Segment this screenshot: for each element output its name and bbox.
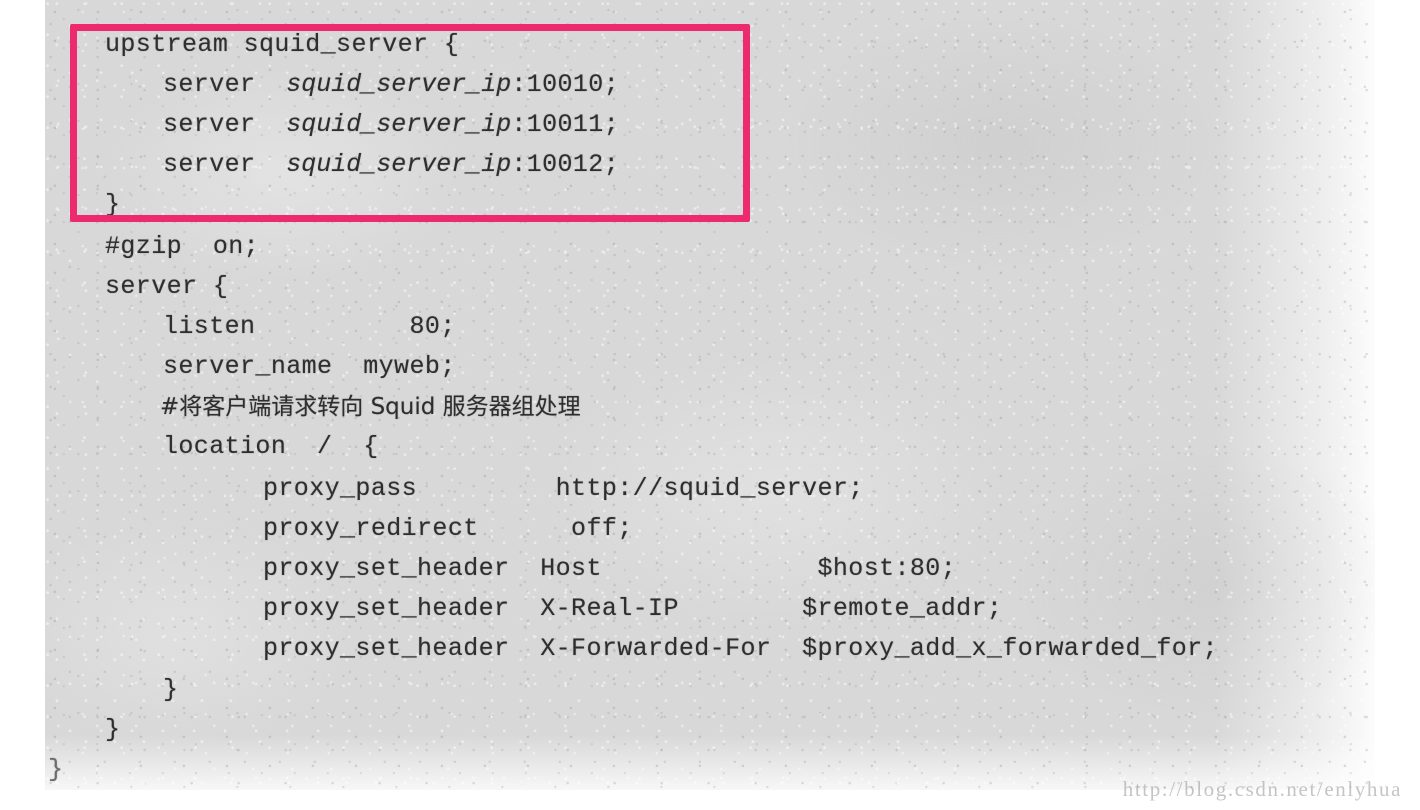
code-line-location-open: location / { — [163, 432, 379, 461]
code-line-server-name: server_name myweb; — [163, 352, 456, 381]
code-line-server-10010: server squid_server_ip:10010; — [163, 70, 619, 100]
server-keyword-2: server — [163, 110, 287, 139]
code-line-proxy-set-header-real-ip: proxy_set_header X-Real-IP $remote_addr; — [263, 594, 1003, 623]
code-block: upstream squid_server { server squid_ser… — [0, 0, 1420, 810]
squid-server-ip-var-2: squid_server_ip — [286, 110, 512, 139]
code-line-server-close: } — [105, 715, 121, 744]
source-watermark: http://blog.csdn.net/enlyhua — [1122, 777, 1402, 801]
squid-server-ip-var-1: squid_server_ip — [286, 70, 512, 99]
code-line-location-close: } — [163, 675, 179, 704]
code-line-proxy-set-header-host: proxy_set_header Host $host:80; — [263, 554, 957, 583]
code-line-upstream-close: } — [105, 190, 121, 219]
code-line-outer-close: } — [48, 755, 64, 784]
code-line-listen: listen 80; — [163, 312, 456, 341]
code-line-gzip-comment: #gzip on; — [105, 232, 260, 261]
code-line-chinese-comment: #将客户端请求转向 Squid 服务器组处理 — [160, 394, 581, 420]
server-port-1: :10010; — [511, 70, 620, 99]
squid-server-ip-var-3: squid_server_ip — [286, 150, 512, 179]
code-line-server-open: server { — [105, 272, 229, 301]
server-keyword-3: server — [163, 150, 287, 179]
code-line-upstream-open: upstream squid_server { — [105, 30, 460, 59]
code-line-proxy-set-header-forwarded-for: proxy_set_header X-Forwarded-For $proxy_… — [263, 634, 1218, 663]
code-line-server-10011: server squid_server_ip:10011; — [163, 110, 619, 140]
scanned-page: upstream squid_server { server squid_ser… — [0, 0, 1420, 810]
code-line-server-10012: server squid_server_ip:10012; — [163, 150, 619, 180]
code-line-proxy-pass: proxy_pass http://squid_server; — [263, 474, 864, 503]
server-port-2: :10011; — [511, 110, 620, 139]
server-keyword-1: server — [163, 70, 287, 99]
server-port-3: :10012; — [511, 150, 620, 179]
code-line-proxy-redirect: proxy_redirect off; — [263, 514, 633, 543]
